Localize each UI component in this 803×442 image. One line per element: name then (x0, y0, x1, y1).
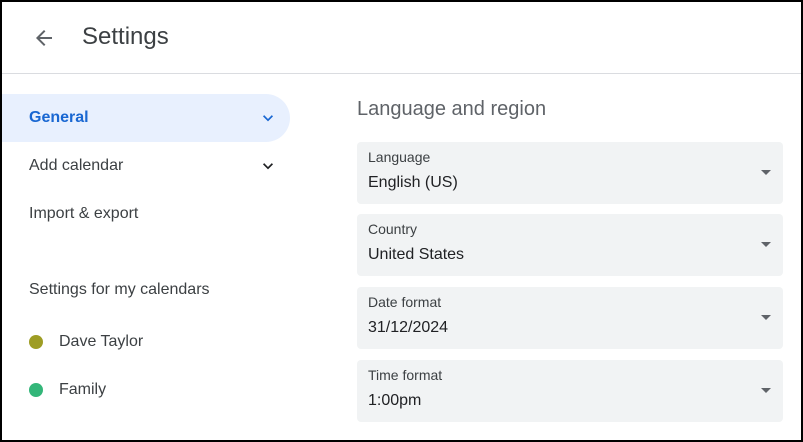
sidebar-item-add-calendar[interactable]: Add calendar (2, 142, 302, 190)
field-value: English (US) (368, 174, 458, 191)
field-value: United States (368, 246, 465, 263)
back-button[interactable] (28, 22, 60, 54)
chevron-down-icon (263, 163, 273, 170)
settings-sidebar: General Add calendar Import & export (2, 94, 302, 238)
dropdown-arrow-icon (761, 170, 771, 175)
settings-header: Settings (2, 2, 801, 74)
arrow-left-icon (36, 30, 52, 46)
my-calendars-heading: Settings for my calendars (29, 281, 210, 298)
field-label: Time format (368, 367, 443, 383)
dropdown-arrow-icon (761, 242, 771, 247)
date-format-select[interactable]: Date format 31/12/2024 (357, 287, 783, 349)
calendar-name: Family (59, 381, 107, 398)
dropdown-arrow-icon (761, 315, 771, 320)
calendar-color-dot (29, 335, 43, 349)
field-label: Date format (368, 294, 442, 310)
sidebar-item-label: Add calendar (29, 157, 124, 174)
chevron-down-icon (263, 115, 273, 122)
calendar-item-family[interactable]: Family (29, 378, 106, 402)
field-label: Country (368, 221, 418, 237)
sidebar-item-label: Import & export (29, 205, 139, 222)
calendar-item-dave-taylor[interactable]: Dave Taylor (29, 330, 143, 354)
sidebar-item-import-export[interactable]: Import & export (2, 190, 302, 238)
calendar-color-dot (29, 383, 43, 397)
time-format-select[interactable]: Time format 1:00pm (357, 360, 783, 422)
sidebar-item-label: General (29, 109, 89, 126)
field-value: 31/12/2024 (368, 319, 449, 336)
settings-window: Settings General Add calendar Import & e… (0, 0, 803, 442)
page-title: Settings (82, 23, 169, 50)
sidebar-item-general[interactable]: General (2, 94, 290, 142)
language-select[interactable]: Language English (US) (357, 142, 783, 204)
field-value: 1:00pm (368, 392, 422, 409)
section-title: Language and region (357, 98, 547, 120)
dropdown-arrow-icon (761, 388, 771, 393)
calendar-name: Dave Taylor (59, 333, 144, 350)
country-select[interactable]: Country United States (357, 214, 783, 276)
field-label: Language (368, 149, 431, 165)
